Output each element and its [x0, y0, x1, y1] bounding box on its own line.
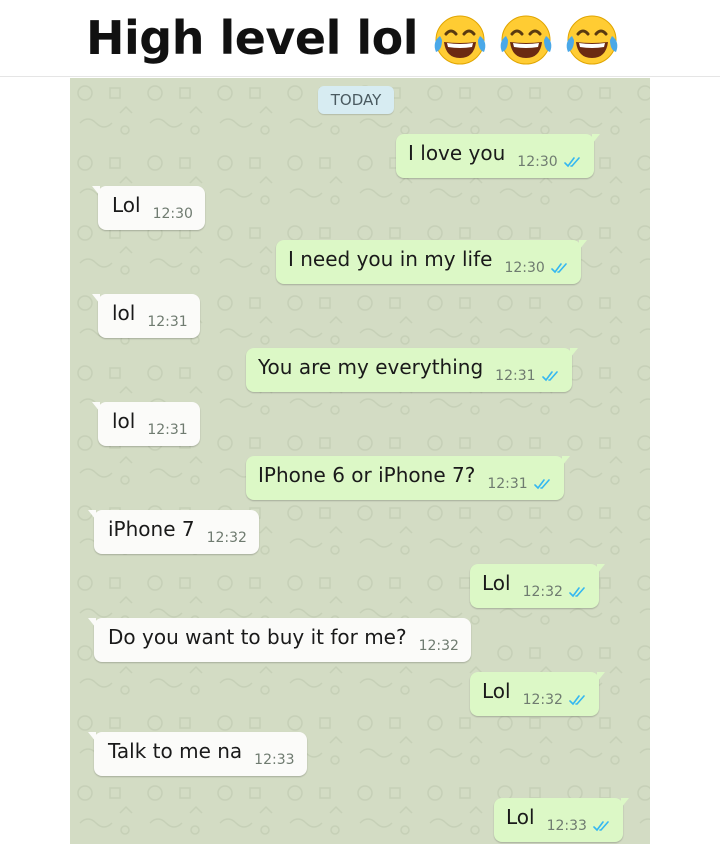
message-text: iPhone 7	[108, 517, 195, 541]
incoming-message[interactable]: Talk to me na 12:33	[88, 732, 307, 776]
outgoing-message[interactable]: IPhone 6 or iPhone 7? 12:31	[246, 456, 570, 500]
message-time: 12:30	[517, 154, 558, 170]
outgoing-message[interactable]: You are my everything 12:31	[246, 348, 578, 392]
chat-area[interactable]: TODAY I love you 12:30 Lol 12:30 I need …	[70, 78, 650, 844]
read-receipt-icon	[550, 262, 569, 274]
message-time: 12:31	[495, 368, 536, 384]
incoming-message[interactable]: lol 12:31	[92, 402, 200, 446]
message-text: Do you want to buy it for me?	[108, 625, 407, 649]
message-time: 12:31	[487, 476, 528, 492]
message-time: 12:32	[522, 584, 563, 600]
face-with-tears-of-joy-icon	[566, 15, 618, 65]
message-time: 12:30	[504, 260, 545, 276]
read-receipt-icon	[563, 156, 582, 168]
message-text: Lol	[506, 805, 535, 829]
meme-caption: High level lol	[86, 11, 419, 65]
message-text: IPhone 6 or iPhone 7?	[258, 463, 476, 487]
message-text: lol	[112, 409, 136, 433]
incoming-message[interactable]: Lol 12:30	[92, 186, 205, 230]
incoming-message[interactable]: iPhone 7 12:32	[88, 510, 259, 554]
outgoing-message[interactable]: Lol 12:33	[494, 798, 629, 842]
message-time: 12:31	[147, 314, 188, 330]
read-receipt-icon	[569, 586, 587, 598]
message-text: Lol	[112, 193, 141, 217]
message-time: 12:31	[147, 422, 188, 438]
message-time: 12:32	[206, 530, 247, 546]
message-text: lol	[112, 301, 136, 325]
message-time: 12:32	[418, 638, 459, 654]
face-with-tears-of-joy-icon	[434, 15, 486, 65]
face-with-tears-of-joy-icon	[500, 15, 552, 65]
date-separator: TODAY	[318, 86, 394, 114]
message-time: 12:33	[546, 818, 587, 834]
outgoing-message[interactable]: I love you 12:30	[396, 134, 600, 178]
emoji-row	[430, 10, 622, 68]
read-receipt-icon	[541, 370, 560, 382]
outgoing-message[interactable]: I need you in my life 12:30	[276, 240, 587, 284]
message-text: I love you	[408, 141, 506, 165]
read-receipt-icon	[569, 694, 587, 706]
message-time: 12:30	[152, 206, 193, 222]
read-receipt-icon	[533, 478, 552, 490]
message-text: I need you in my life	[288, 247, 493, 271]
outgoing-message[interactable]: Lol 12:32	[470, 672, 605, 716]
incoming-message[interactable]: Do you want to buy it for me? 12:32	[88, 618, 471, 662]
message-time: 12:32	[522, 692, 563, 708]
message-text: Talk to me na	[108, 739, 243, 763]
message-text: You are my everything	[258, 355, 484, 379]
message-text: Lol	[482, 571, 511, 595]
read-receipt-icon	[593, 820, 611, 832]
meme-header: High level lol	[0, 0, 720, 77]
outgoing-message[interactable]: Lol 12:32	[470, 564, 605, 608]
message-time: 12:33	[254, 752, 295, 768]
incoming-message[interactable]: lol 12:31	[92, 294, 200, 338]
message-text: Lol	[482, 679, 511, 703]
